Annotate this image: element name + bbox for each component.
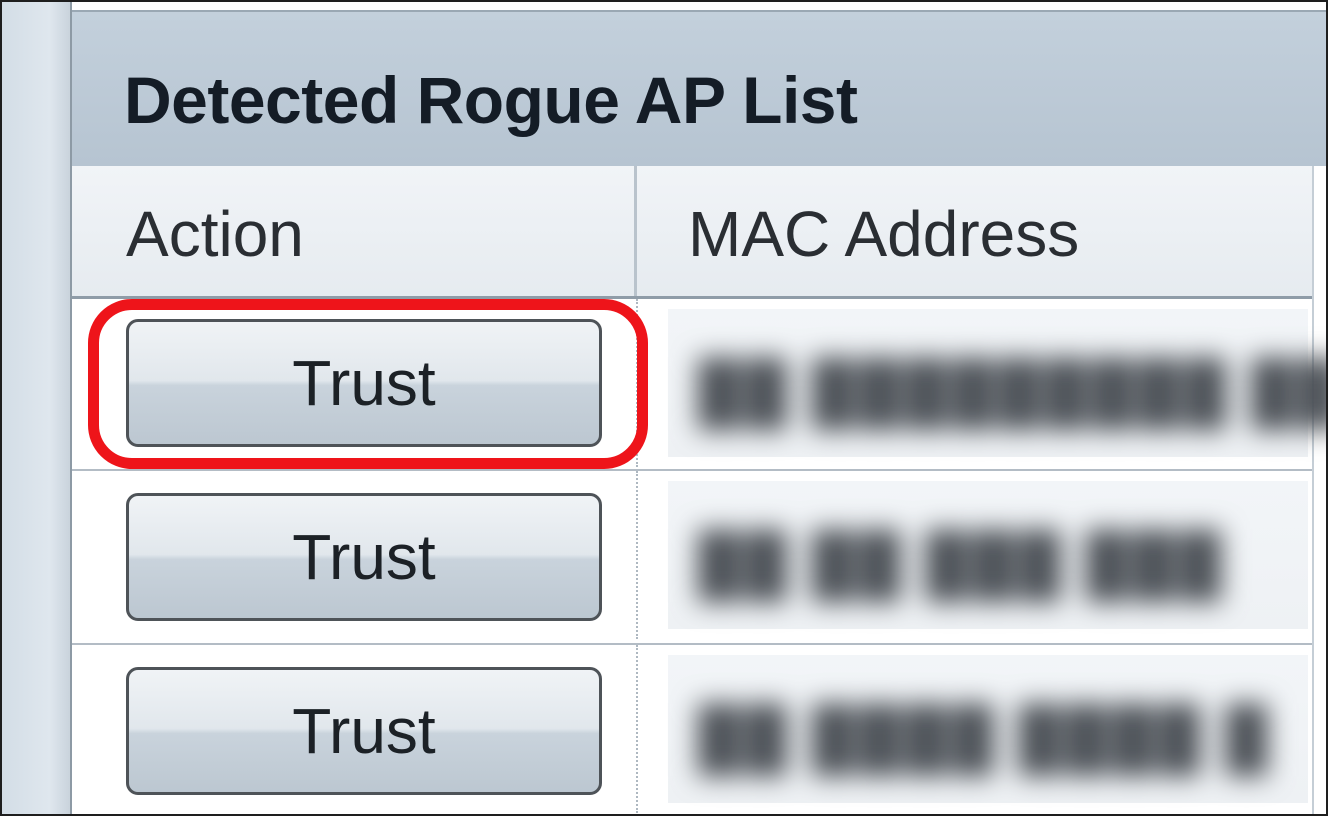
column-header-action: Action	[126, 198, 304, 270]
mac-address-cell: ██ ████ ████ █	[668, 655, 1308, 803]
cell-separator	[636, 471, 638, 639]
mac-address-value: ██ ████ ████ █	[698, 704, 1272, 771]
trust-button[interactable]: Trust	[126, 667, 602, 795]
panel-title: Detected Rogue AP List	[124, 63, 858, 137]
cell-separator	[636, 299, 638, 467]
mac-address-cell: ██ █████████ ██	[668, 309, 1326, 457]
table-body: Trust ██ █████████ ██ Trust ██ ██ ███ ██…	[72, 299, 1326, 814]
page-frame: Detected Rogue AP List Action MAC Addres…	[0, 0, 1328, 816]
mac-address-value: ██ █████████ ██	[698, 358, 1328, 425]
mac-address-value: ██ ██ ███ ███	[698, 530, 1226, 597]
column-divider	[634, 166, 637, 296]
table-row: Trust ██ █████████ ██	[72, 299, 1326, 469]
table-row: Trust ██ ████ ████ █	[72, 645, 1312, 813]
cell-separator	[636, 645, 638, 813]
rogue-ap-panel: Detected Rogue AP List Action MAC Addres…	[72, 2, 1326, 814]
panel-header: Detected Rogue AP List	[72, 10, 1326, 168]
trust-button[interactable]: Trust	[126, 319, 602, 447]
trust-button[interactable]: Trust	[126, 493, 602, 621]
left-nav-edge	[2, 2, 72, 814]
mac-address-cell: ██ ██ ███ ███	[668, 481, 1308, 629]
table-row: Trust ██ ██ ███ ███	[72, 471, 1312, 639]
column-header-mac-address: MAC Address	[688, 198, 1080, 270]
table-right-edge	[1312, 166, 1326, 814]
